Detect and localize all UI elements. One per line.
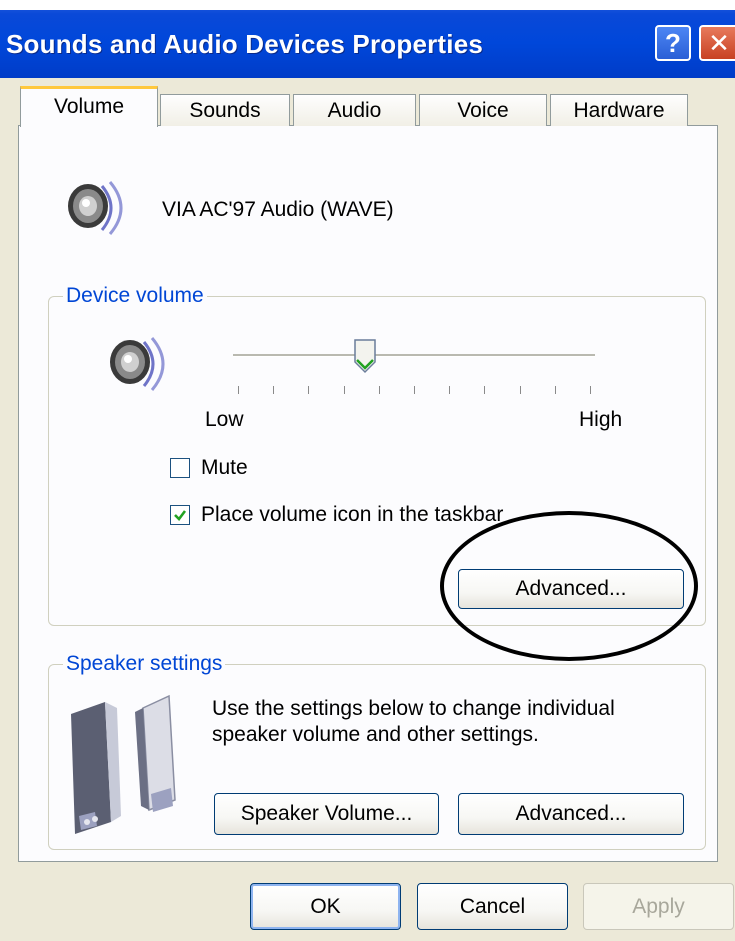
- tab-sounds[interactable]: Sounds: [160, 94, 290, 126]
- taskbar-icon-label[interactable]: Place volume icon in the taskbar: [201, 503, 503, 527]
- help-button[interactable]: ?: [655, 25, 691, 61]
- speaker-advanced-button[interactable]: Advanced...: [458, 793, 684, 835]
- cancel-button[interactable]: Cancel: [417, 883, 568, 930]
- slider-track-highlight: [233, 356, 595, 357]
- apply-button[interactable]: Apply: [583, 883, 734, 930]
- description-line-2: speaker volume and other settings.: [212, 723, 539, 746]
- speaker-settings-legend: Speaker settings: [63, 652, 226, 676]
- slider-tick: [554, 386, 556, 394]
- speaker-settings-description: Use the settings below to change individ…: [212, 696, 615, 748]
- speaker-icon: [110, 337, 165, 391]
- slider-tick: [484, 386, 486, 394]
- speakers-icon: [71, 694, 176, 834]
- slider-tick: [343, 386, 345, 394]
- checkmark-icon: [174, 510, 187, 521]
- slider-high-label: High: [579, 408, 623, 431]
- slider-tick: [414, 386, 415, 394]
- tab-audio[interactable]: Audio: [293, 94, 416, 126]
- slider-tick: [449, 386, 451, 394]
- window-title: Sounds and Audio Devices Properties: [6, 29, 484, 59]
- device-name: VIA AC'97 Audio (WAVE): [162, 198, 394, 221]
- slider-tick: [590, 386, 591, 394]
- mute-checkbox[interactable]: [170, 458, 190, 478]
- help-icon: ?: [665, 27, 681, 58]
- slider-low-label: Low: [205, 408, 244, 431]
- speaker-volume-button[interactable]: Speaker Volume...: [214, 793, 439, 835]
- tab-voice[interactable]: Voice: [419, 94, 547, 126]
- slider-thumb[interactable]: [353, 338, 377, 374]
- speaker-icon: [68, 181, 123, 235]
- screen-top-strip: [0, 0, 735, 10]
- slider-tick: [273, 386, 275, 394]
- tab-hardware[interactable]: Hardware: [550, 94, 688, 126]
- close-button[interactable]: ✕: [699, 25, 735, 61]
- slider-tick: [308, 386, 310, 394]
- description-line-1: Use the settings below to change individ…: [212, 697, 615, 720]
- taskbar-icon-checkbox[interactable]: [170, 505, 190, 525]
- slider-tick: [378, 386, 380, 394]
- mute-label[interactable]: Mute: [201, 456, 248, 480]
- device-volume-legend: Device volume: [63, 284, 207, 308]
- device-advanced-button[interactable]: Advanced...: [458, 569, 684, 609]
- slider-tick: [238, 386, 239, 394]
- tab-volume[interactable]: Volume: [20, 86, 158, 127]
- close-icon: ✕: [708, 27, 730, 58]
- ok-button[interactable]: OK: [250, 883, 401, 930]
- slider-tick: [519, 386, 521, 394]
